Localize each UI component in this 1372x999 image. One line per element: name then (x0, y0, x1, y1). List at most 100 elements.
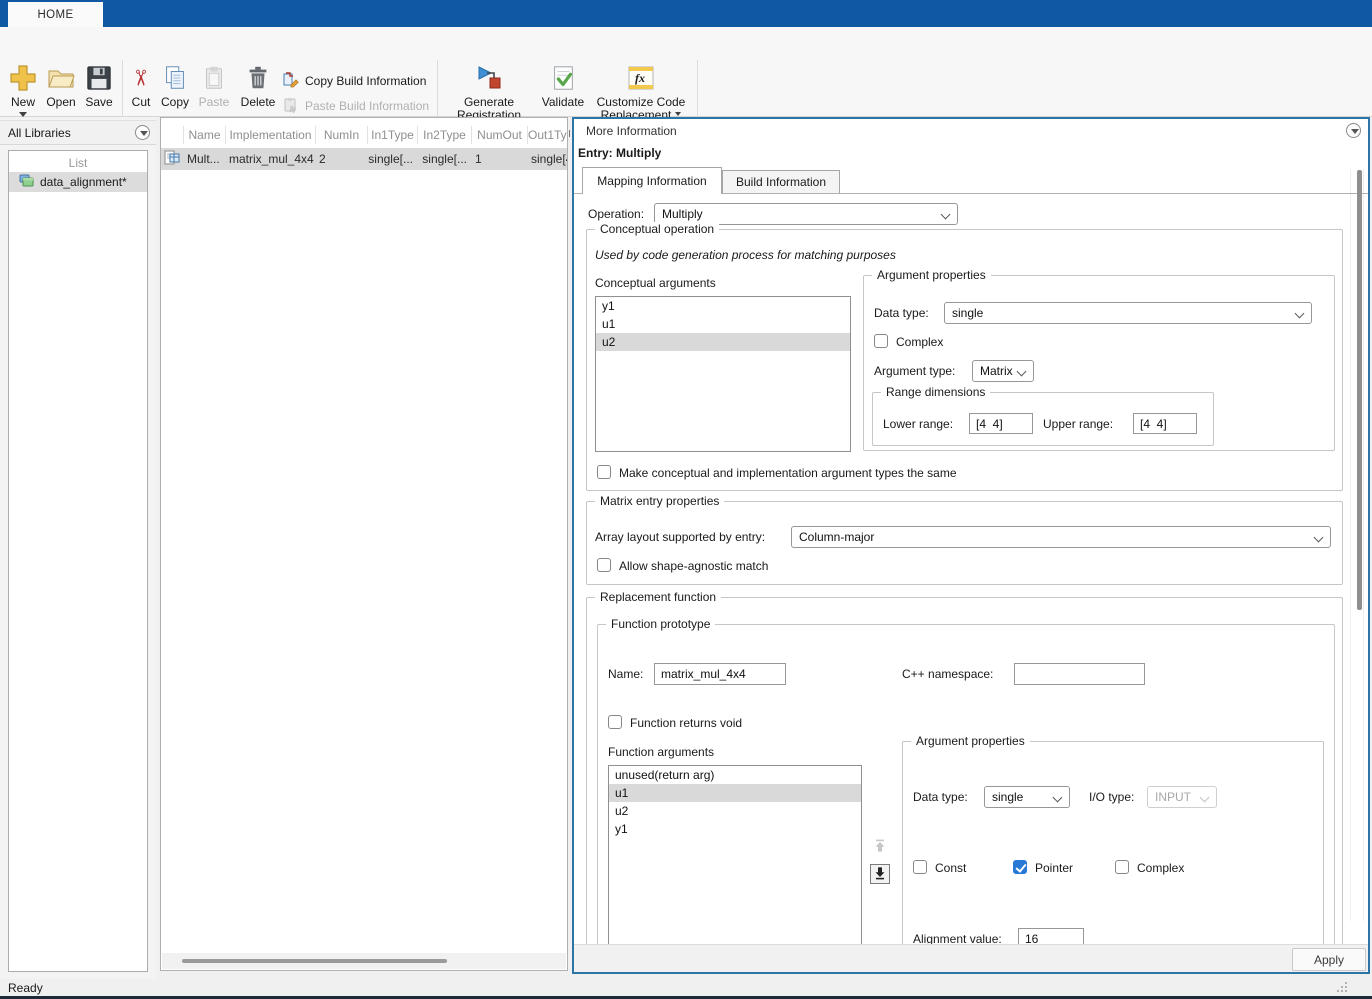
cpp-namespace-field[interactable] (1014, 663, 1145, 685)
conceptual-argument-properties-group: Argument properties Data type: single Co… (863, 275, 1335, 451)
shape-agnostic-checkbox[interactable] (597, 558, 611, 572)
libraries-panel: All Libraries List data_alignment* (0, 117, 156, 979)
tab-build-information[interactable]: Build Information (722, 170, 840, 193)
upper-range-label: Upper range: (1043, 417, 1113, 431)
copy-button[interactable]: Copy (158, 60, 192, 109)
apply-bar: Apply (574, 944, 1368, 972)
function-name-field[interactable] (654, 663, 786, 685)
pointer-checkbox[interactable] (1013, 860, 1027, 874)
lower-range-field[interactable] (969, 413, 1033, 434)
move-down-button[interactable] (870, 864, 890, 884)
cut-button[interactable]: ✂ Cut (126, 60, 156, 109)
operation-dropdown-value: Multiply (662, 207, 703, 221)
complex-checkbox[interactable] (1115, 860, 1129, 874)
data-type-dropdown[interactable]: single (944, 302, 1312, 324)
chevron-down-icon (1017, 367, 1027, 377)
replacement-function-group: Replacement function Function prototype … (586, 597, 1343, 944)
replacement-function-title: Replacement function (595, 590, 721, 604)
move-up-button[interactable] (870, 837, 890, 857)
argument-type-value: Matrix (980, 364, 1013, 378)
function-arguments-label: Function arguments (608, 745, 714, 759)
copy-icon (161, 60, 189, 96)
more-information-panel: More Information Entry: Multiply Mapping… (572, 117, 1370, 974)
resize-grip-icon[interactable] (1336, 981, 1348, 996)
libraries-panel-header: All Libraries (0, 120, 156, 145)
same-types-checkbox-label: Make conceptual and implementation argum… (619, 466, 957, 480)
pointer-checkbox-label: Pointer (1035, 861, 1073, 875)
save-button-label: Save (85, 96, 112, 109)
column-in1type[interactable]: In1Type (367, 126, 417, 144)
complex-checkbox-label: Complex (896, 335, 943, 349)
list-item-y1[interactable]: y1 (609, 820, 861, 838)
argument-type-dropdown[interactable]: Matrix (972, 360, 1034, 382)
validate-button[interactable]: Validate (534, 60, 592, 109)
column-implementation[interactable]: Implementation (225, 126, 315, 144)
libraries-list-header: List (9, 154, 147, 172)
cell-numin: 2 (315, 152, 367, 166)
panel-menu-icon[interactable] (135, 125, 150, 140)
upper-range-field[interactable] (1133, 413, 1197, 434)
open-button-label: Open (46, 96, 75, 109)
save-button[interactable]: Save (82, 60, 116, 109)
save-icon (85, 60, 113, 96)
lower-range-label: Lower range: (883, 417, 953, 431)
paste-icon (200, 60, 228, 96)
paste-button[interactable]: Paste (196, 60, 232, 109)
customize-code-replacement-button[interactable]: fx Customize Code Replacement (594, 60, 688, 122)
library-item-data-alignment[interactable]: data_alignment* (9, 172, 147, 192)
cpp-namespace-label: C++ namespace: (902, 667, 993, 681)
conceptual-arguments-label: Conceptual arguments (595, 276, 716, 290)
paste-build-information-button[interactable]: Paste Build Information (283, 97, 429, 115)
column-out1type[interactable]: Out1Type (527, 126, 567, 144)
list-item-y1[interactable]: y1 (596, 297, 850, 315)
tab-mapping-label: Mapping Information (597, 174, 706, 188)
shape-agnostic-checkbox-label: Allow shape-agnostic match (619, 559, 768, 573)
const-checkbox[interactable] (913, 860, 927, 874)
libraries-list: List data_alignment* (8, 150, 148, 972)
column-icon (161, 126, 183, 144)
tab-mapping-information[interactable]: Mapping Information (582, 167, 722, 194)
function-arguments-list: unused(return arg) u1 u2 y1 (608, 765, 862, 945)
tab-home-label: HOME (37, 9, 73, 21)
open-icon (46, 60, 76, 96)
open-button[interactable]: Open (42, 60, 80, 109)
column-numout[interactable]: NumOut (471, 126, 527, 144)
list-item-u1[interactable]: u1 (609, 784, 861, 802)
complex-checkbox[interactable] (874, 334, 888, 348)
array-layout-label: Array layout supported by entry: (595, 530, 765, 544)
chevron-down-icon (1053, 793, 1063, 803)
function-data-type-value: single (992, 790, 1023, 804)
conceptual-operation-group: Conceptual operation Used by code genera… (586, 229, 1343, 491)
panel-menu-icon[interactable] (1346, 123, 1361, 138)
tab-home[interactable]: HOME (8, 2, 103, 27)
list-item-u2[interactable]: u2 (609, 802, 861, 820)
list-item-u1[interactable]: u1 (596, 315, 850, 333)
vertical-scrollbar-thumb[interactable] (1357, 170, 1362, 610)
cell-numout: 1 (471, 152, 527, 166)
move-up-icon (872, 838, 888, 857)
cut-button-label: Cut (132, 96, 151, 109)
copy-build-information-label: Copy Build Information (305, 74, 426, 88)
list-item-unused[interactable]: unused(return arg) (609, 766, 861, 784)
returns-void-checkbox[interactable] (608, 715, 622, 729)
delete-button[interactable]: Delete (238, 60, 278, 109)
io-type-dropdown[interactable]: INPUT (1147, 786, 1217, 808)
table-row[interactable]: Mult... matrix_mul_4x4 2 single[... sing… (161, 148, 567, 170)
horizontal-scrollbar (162, 953, 566, 969)
list-item-u2[interactable]: u2 (596, 333, 850, 351)
column-in2type[interactable]: In2Type (417, 126, 471, 144)
toolstrip-tab-bar: HOME (0, 0, 1372, 27)
same-types-checkbox[interactable] (597, 465, 611, 479)
apply-button[interactable]: Apply (1292, 948, 1366, 971)
complex-checkbox-label: Complex (1137, 861, 1184, 875)
function-data-type-dropdown[interactable]: single (984, 786, 1070, 808)
argument-type-label: Argument type: (874, 364, 955, 378)
new-button[interactable]: New (5, 60, 41, 121)
column-numin[interactable]: NumIn (315, 126, 367, 144)
column-name[interactable]: Name (183, 126, 225, 144)
copy-build-information-button[interactable]: Copy Build Information (283, 72, 426, 90)
array-layout-dropdown[interactable]: Column-major (791, 526, 1331, 548)
entry-title: Entry: Multiply (578, 146, 661, 160)
horizontal-scrollbar-thumb[interactable] (182, 959, 447, 963)
chevron-down-icon (1314, 533, 1324, 543)
